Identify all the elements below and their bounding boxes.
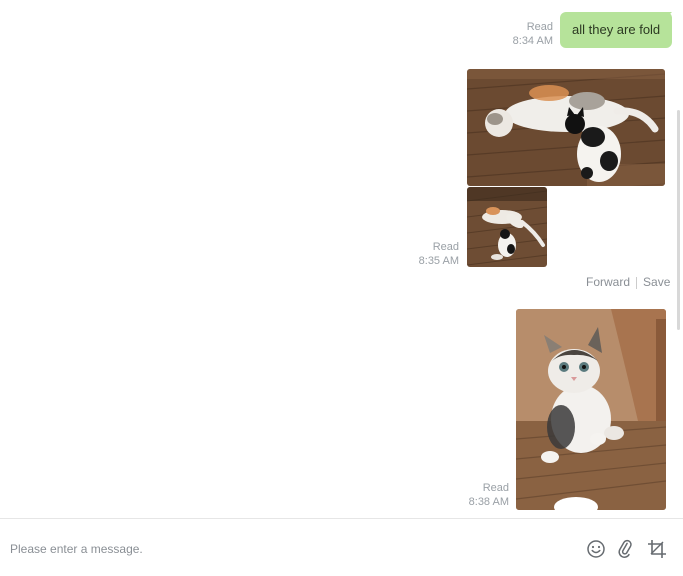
photo-cats-thumbnail[interactable] [467,187,547,267]
photo-cats-lying[interactable] [467,69,665,186]
photo-actions: Forward Save [586,275,670,289]
bubble-tail [664,12,672,20]
timestamp: 8:35 AM [418,255,459,267]
message-text: all they are fold [572,22,661,37]
read-status: Read [432,241,459,253]
message-composer [0,518,683,576]
message-bubble[interactable]: all they are fold [560,12,673,48]
photo-kitten-sitting[interactable] [516,309,666,510]
forward-button[interactable]: Forward [586,275,630,289]
save-button[interactable]: Save [643,275,670,289]
timestamp: 8:38 AM [468,496,509,508]
chat-scrollbar[interactable] [677,110,680,330]
photo-group-status: Read 8:35 AM [396,240,459,268]
read-status: Read [482,482,509,494]
timestamp: 8:34 AM [512,35,553,47]
divider [636,276,638,289]
paperclip-icon[interactable] [616,539,636,559]
message-input[interactable] [8,535,572,563]
crop-icon[interactable] [647,539,667,559]
read-status: Read [526,21,553,33]
photo-single-status: Read 8:38 AM [446,481,509,509]
message-status: Read 8:34 AM [490,20,553,48]
chat-area[interactable]: Read 8:34 AM all they are fold Read 8:35… [0,0,683,518]
smiley-icon[interactable] [586,539,606,559]
